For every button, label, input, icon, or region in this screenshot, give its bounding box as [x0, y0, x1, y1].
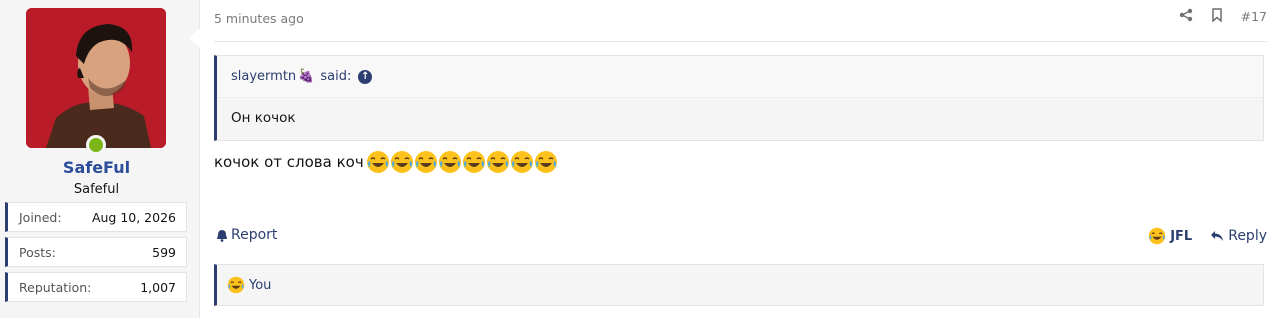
bookmark-icon[interactable]: [1211, 8, 1223, 25]
reactions-summary[interactable]: You: [249, 278, 271, 293]
bell-icon: [217, 229, 227, 242]
report-label: Report: [231, 227, 278, 243]
joy-emoji-icon: [438, 151, 461, 173]
message-body: кочок от слова коч: [214, 150, 558, 174]
quote-text: Он кочок: [231, 110, 296, 126]
message-text: кочок от слова коч: [214, 153, 364, 171]
stat-label: Joined:: [19, 209, 62, 225]
stat-label: Posts:: [19, 244, 56, 260]
reply-label: Reply: [1228, 228, 1267, 244]
post-main: 5 minutes ago #17 slayermtn 🍇 said: ↑ Он…: [200, 0, 1281, 318]
stat-value: 1,007: [140, 279, 176, 295]
quote-block: slayermtn 🍇 said: ↑ Он кочок: [214, 55, 1264, 141]
joy-emoji-icon: [366, 151, 389, 173]
reactions-bar[interactable]: You: [214, 264, 1264, 306]
reaction-button[interactable]: JFL: [1148, 227, 1192, 245]
quote-header: slayermtn 🍇 said: ↑: [217, 56, 1263, 98]
joy-emoji-icon: [486, 151, 509, 173]
grapes-icon: 🍇: [298, 69, 315, 84]
joy-emoji-icon: [414, 151, 437, 173]
reaction-label: JFL: [1170, 228, 1193, 244]
quote-author[interactable]: slayermtn: [231, 69, 296, 84]
avatar[interactable]: [26, 8, 166, 148]
joy-emoji-icon: [462, 151, 485, 173]
quote-said-label: said:: [320, 69, 352, 84]
post-timestamp[interactable]: 5 minutes ago: [214, 11, 304, 26]
post-actions-top: #17: [1179, 8, 1267, 25]
stat-label: Reputation:: [19, 279, 92, 295]
emoji-row: [366, 150, 558, 174]
divider: [214, 41, 1267, 42]
online-status-indicator: [86, 135, 106, 155]
arrow-up-icon[interactable]: ↑: [358, 69, 373, 84]
post-footer: Report JFL Reply: [214, 227, 1267, 247]
message-arrow: [189, 28, 200, 48]
stat-value: Aug 10, 2026: [91, 209, 176, 225]
user-sidebar: SafeFul Safeful Joined: Aug 10, 2026 Pos…: [0, 0, 200, 318]
stat-value: 599: [152, 244, 176, 260]
joy-emoji-icon: [1148, 227, 1166, 245]
report-button[interactable]: Report: [216, 227, 277, 243]
stat-posts: Posts: 599: [5, 237, 187, 267]
reply-button[interactable]: Reply: [1210, 228, 1267, 244]
joy-emoji-icon: [390, 151, 413, 173]
joy-emoji-icon: [227, 276, 245, 294]
footer-actions: JFL Reply: [1148, 227, 1267, 245]
avatar-container: [26, 8, 166, 155]
stat-joined: Joined: Aug 10, 2026: [5, 202, 187, 232]
user-title: Safeful: [73, 182, 120, 197]
reply-icon: [1211, 231, 1224, 241]
share-icon[interactable]: [1179, 8, 1193, 25]
post-number[interactable]: #17: [1241, 9, 1267, 24]
joy-emoji-icon: [534, 151, 557, 173]
username[interactable]: SafeFul: [0, 158, 193, 177]
joy-emoji-icon: [510, 151, 533, 173]
stat-reputation: Reputation: 1,007: [5, 272, 187, 302]
